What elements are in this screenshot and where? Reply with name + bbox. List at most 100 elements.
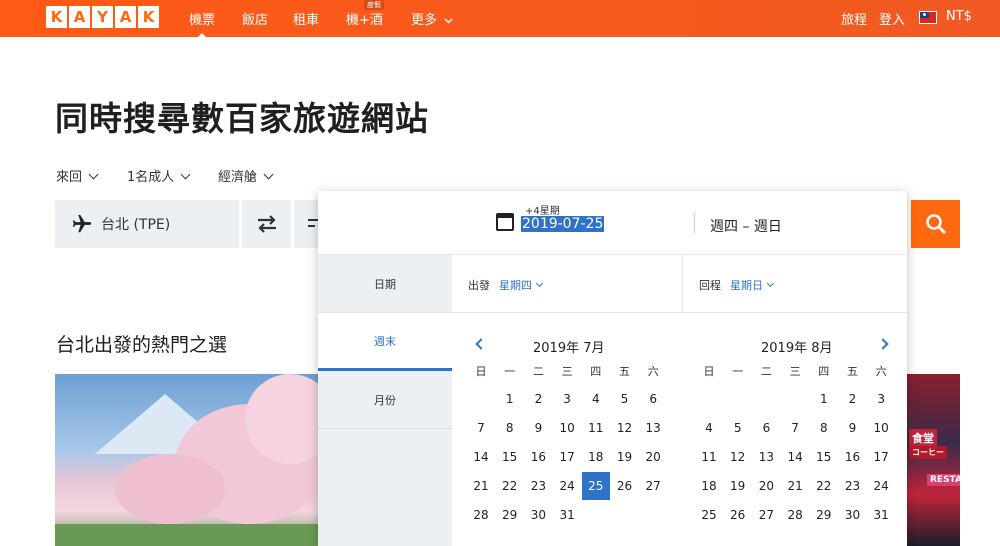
search-button[interactable] [911,200,960,248]
travelers-dropdown[interactable]: 1名成人 [127,166,191,185]
day-cell[interactable]: 24 [553,472,581,500]
day-cell[interactable]: 6 [639,385,667,413]
day-cell[interactable]: 11 [582,414,610,442]
day-cell[interactable]: 15 [496,443,524,471]
day-cell[interactable]: 30 [839,501,867,529]
day-cell[interactable]: 29 [496,501,524,529]
weekday-header: 四 [818,365,830,378]
day-cell[interactable]: 21 [781,472,809,500]
day-cell[interactable]: 17 [867,443,895,471]
origin-field[interactable]: 台北 (TPE) [55,200,239,248]
day-cell[interactable]: 1 [810,385,838,413]
chevron-down-icon [535,279,544,288]
day-cell[interactable]: 21 [467,472,495,500]
date-picker-popover: +4星期 2019-07-25 週四 – 週日 日期 週末 月份 出發 星期四 … [318,191,907,546]
day-cell[interactable]: 13 [639,414,667,442]
day-cell[interactable]: 27 [752,501,780,529]
day-cell[interactable]: 25 [695,501,723,529]
prev-month-arrow-icon[interactable] [475,338,487,350]
day-cell[interactable]: 19 [611,443,639,471]
day-cell[interactable]: 4 [695,414,723,442]
day-cell[interactable]: 18 [695,472,723,500]
day-cell[interactable]: 6 [752,414,780,442]
day-cell[interactable]: 22 [496,472,524,500]
day-cell[interactable]: 4 [582,385,610,413]
day-cell[interactable]: 19 [724,472,752,500]
day-cell[interactable]: 14 [467,443,495,471]
day-cell[interactable]: 20 [639,443,667,471]
depart-day-dropdown[interactable]: 星期四 [499,277,544,293]
day-cell[interactable]: 24 [867,472,895,500]
day-cell[interactable]: 23 [524,472,552,500]
tokyo-street-photo[interactable]: 食堂 コーヒー RESTA [907,374,960,546]
day-cell[interactable]: 18 [582,443,610,471]
day-cell[interactable]: 29 [810,501,838,529]
day-cell[interactable]: 20 [752,472,780,500]
day-cell[interactable]: 13 [752,443,780,471]
day-cell[interactable]: 26 [724,501,752,529]
day-cell[interactable]: 31 [867,501,895,529]
day-cell[interactable]: 10 [553,414,581,442]
month-title-july: 2019年 7月 [533,341,605,356]
nav-trips[interactable]: 旅程 [841,9,867,28]
currency-selector[interactable]: NT$ [946,9,972,24]
day-cell[interactable]: 8 [810,414,838,442]
weekday-header: 二 [532,365,544,378]
day-cell[interactable]: 8 [496,414,524,442]
nav-cars[interactable]: 租車 [293,9,319,28]
nav-more[interactable]: 更多 [411,9,453,28]
swap-button[interactable] [242,200,291,248]
day-cell[interactable]: 7 [467,414,495,442]
day-cell[interactable]: 16 [839,443,867,471]
day-cell[interactable]: 7 [781,414,809,442]
day-cell[interactable]: 28 [467,501,495,529]
day-cell[interactable]: 11 [695,443,723,471]
day-cell[interactable]: 14 [781,443,809,471]
nav-hotels[interactable]: 飯店 [242,9,268,28]
day-cell[interactable]: 12 [724,443,752,471]
nav-flight-hotel[interactable]: 機+酒 [346,9,383,28]
day-cell[interactable]: 10 [867,414,895,442]
nav-login[interactable]: 登入 [879,9,905,28]
day-cell[interactable]: 23 [839,472,867,500]
kayak-logo[interactable]: K A Y A K [46,6,159,28]
week-offset-label: +4星期 [525,206,560,217]
month-title-august: 2019年 8月 [761,341,833,356]
day-cell[interactable]: 22 [810,472,838,500]
day-cell[interactable]: 28 [781,501,809,529]
day-cell[interactable]: 9 [524,414,552,442]
swap-arrows-icon [257,215,276,233]
day-cell[interactable]: 17 [553,443,581,471]
day-cell[interactable]: 31 [553,501,581,529]
logo-letter: A [115,6,136,28]
selected-day-cell[interactable]: 25 [581,472,610,500]
day-cell[interactable]: 1 [496,385,524,413]
day-cell[interactable]: 30 [524,501,552,529]
tab-dates[interactable]: 日期 [318,255,452,313]
weekday-header: 六 [647,365,659,378]
day-cell[interactable]: 3 [553,385,581,413]
destination-field[interactable] [294,200,318,248]
return-day-dropdown[interactable]: 星期日 [730,277,775,293]
taiwan-flag-icon[interactable] [919,11,937,24]
tab-weekends[interactable]: 週末 [318,313,452,371]
day-cell[interactable]: 26 [611,472,639,500]
day-cell[interactable]: 5 [724,414,752,442]
day-cell[interactable]: 12 [611,414,639,442]
trip-type-dropdown[interactable]: 來回 [56,166,99,185]
return-label: 回程 [699,279,721,292]
date-input[interactable]: 2019-07-25 [521,216,605,232]
day-cell[interactable]: 9 [839,414,867,442]
next-month-arrow-icon[interactable] [877,338,889,350]
cabin-dropdown[interactable]: 經濟艙 [218,166,274,185]
day-cell[interactable]: 2 [524,385,552,413]
day-cell[interactable]: 27 [639,472,667,500]
mount-fuji-cherry-blossom-photo[interactable] [55,374,318,546]
day-cell[interactable]: 16 [524,443,552,471]
nav-flights[interactable]: 機票 [189,9,215,28]
tab-months[interactable]: 月份 [318,371,452,429]
day-cell[interactable]: 15 [810,443,838,471]
day-cell[interactable]: 2 [839,385,867,413]
day-cell[interactable]: 5 [611,385,639,413]
day-cell[interactable]: 3 [867,385,895,413]
